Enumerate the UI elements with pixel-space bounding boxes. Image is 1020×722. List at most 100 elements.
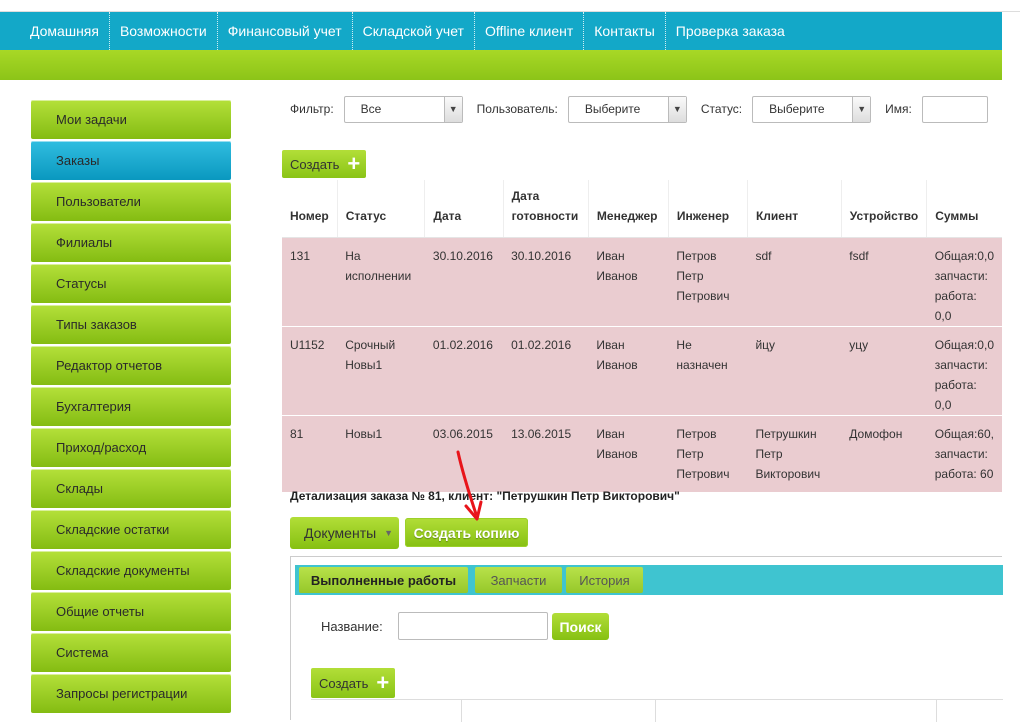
works-table-header	[311, 699, 1003, 722]
sidebar-item-orders[interactable]: Заказы	[31, 141, 231, 180]
sidebar-item-system[interactable]: Система	[31, 633, 231, 672]
name-input[interactable]	[921, 95, 988, 123]
order-detail-title: Детализация заказа № 81, клиент: "Петруш…	[290, 489, 680, 503]
plus-icon: +	[347, 151, 361, 176]
column-divider	[655, 700, 656, 722]
documents-dropdown-button[interactable]: Документы ▼	[290, 517, 399, 549]
create-work-button[interactable]: Создать +	[311, 668, 396, 698]
table-header-row: Номер Статус Дата Дата готовности Менедж…	[282, 180, 1002, 238]
sidebar-item-registration-requests[interactable]: Запросы регистрации	[31, 674, 231, 713]
column-divider	[936, 700, 937, 722]
sidebar-item-stock-balances[interactable]: Складские остатки	[31, 510, 231, 549]
cell-manager: Иван Иванов	[588, 236, 669, 326]
cell-date: 03.06.2015	[424, 414, 504, 492]
column-header-manager[interactable]: Менеджер	[588, 180, 669, 238]
sidebar-item-branches[interactable]: Филиалы	[31, 223, 231, 262]
sidebar-item-general-reports[interactable]: Общие отчеты	[31, 592, 231, 631]
cell-ready-date: 01.02.2016	[503, 325, 589, 415]
cell-sums: Общая:60, запчасти: работа: 60	[926, 414, 1002, 492]
create-order-button[interactable]: Создать +	[282, 150, 367, 178]
sidebar-item-income-expense[interactable]: Приход/расход	[31, 428, 231, 467]
cell-status: На исполнении	[337, 236, 425, 326]
create-copy-label: Создать копию	[413, 524, 520, 541]
cell-sums: Общая:0,0 запчасти: работа: 0,0	[926, 325, 1002, 415]
user-select[interactable]: Выберите ▼	[567, 95, 687, 123]
sidebar-item-report-editor[interactable]: Редактор отчетов	[31, 346, 231, 385]
cell-client: Петрушкин Петр Викторович	[747, 414, 842, 492]
sidebar-item-users[interactable]: Пользователи	[31, 182, 231, 221]
column-header-engineer[interactable]: Инженер	[668, 180, 748, 238]
sidebar-item-statuses[interactable]: Статусы	[31, 264, 231, 303]
tab-completed-works[interactable]: Выполненные работы	[299, 567, 468, 593]
search-button-label: Поиск	[559, 618, 602, 635]
tab-parts[interactable]: Запчасти	[475, 567, 562, 593]
sidebar-item-warehouses[interactable]: Склады	[31, 469, 231, 508]
nav-item-offline-client[interactable]: Offline клиент	[475, 12, 585, 50]
cell-number: 81	[282, 414, 338, 492]
cell-date: 30.10.2016	[424, 236, 504, 326]
user-label: Пользователь:	[476, 102, 558, 116]
search-button[interactable]: Поиск	[552, 613, 609, 640]
browser-top-strip	[0, 0, 1020, 12]
cell-ready-date: 30.10.2016	[503, 236, 589, 326]
filter-select[interactable]: Все ▼	[343, 95, 463, 123]
column-header-number[interactable]: Номер	[282, 180, 338, 238]
cell-date: 01.02.2016	[424, 325, 504, 415]
orders-table: Номер Статус Дата Дата готовности Менедж…	[282, 180, 1002, 492]
column-divider	[461, 700, 462, 722]
column-header-date[interactable]: Дата	[424, 180, 504, 238]
tab-history[interactable]: История	[566, 567, 643, 593]
filter-bar: Фильтр: Все ▼ Пользователь: Выберите ▼ С…	[290, 95, 988, 123]
cell-status: Срочный Новы1	[337, 325, 425, 415]
status-select-value: Выберите	[769, 102, 825, 116]
cell-ready-date: 13.06.2015	[503, 414, 589, 492]
cell-client: sdf	[747, 236, 842, 326]
chevron-down-icon: ▼	[667, 96, 686, 122]
table-row[interactable]: U1152 Срочный Новы1 01.02.2016 01.02.201…	[282, 325, 1002, 415]
filter-select-value: Все	[360, 102, 382, 116]
column-header-device[interactable]: Устройство	[841, 180, 928, 238]
filter-label: Фильтр:	[290, 102, 334, 116]
documents-label: Документы	[304, 525, 377, 541]
table-row[interactable]: 131 На исполнении 30.10.2016 30.10.2016 …	[282, 236, 1002, 326]
sidebar: Мои задачи Заказы Пользователи Филиалы С…	[31, 100, 231, 715]
create-order-label: Создать	[290, 156, 340, 172]
cell-engineer: Петров Петр Петрович	[668, 414, 748, 492]
table-row[interactable]: 81 Новы1 03.06.2015 13.06.2015 Иван Иван…	[282, 414, 1002, 492]
chevron-down-icon: ▼	[443, 96, 462, 122]
create-work-label: Создать	[319, 675, 369, 691]
sidebar-item-my-tasks[interactable]: Мои задачи	[31, 100, 231, 139]
name-search-label: Название:	[321, 619, 383, 634]
cell-manager: Иван Иванов	[588, 325, 669, 415]
status-label: Статус:	[700, 102, 743, 116]
cell-engineer: Не назначен	[668, 325, 748, 415]
status-select[interactable]: Выберите ▼	[752, 95, 872, 123]
create-copy-button[interactable]: Создать копию	[405, 518, 528, 547]
cell-device: уцу	[841, 325, 927, 415]
nav-item-warehouse[interactable]: Складской учет	[353, 12, 475, 50]
main-nav: Домашняя Возможности Финансовый учет Скл…	[0, 12, 1002, 50]
plus-icon: +	[376, 670, 390, 695]
name-label: Имя:	[885, 102, 912, 116]
nav-item-features[interactable]: Возможности	[110, 12, 218, 50]
column-header-client[interactable]: Клиент	[747, 180, 842, 238]
column-header-ready-date[interactable]: Дата готовности	[503, 180, 589, 238]
sidebar-item-accounting[interactable]: Бухгалтерия	[31, 387, 231, 426]
detail-tab-bar: Выполненные работы Запчасти История	[295, 565, 1003, 595]
cell-number: U1152	[282, 325, 338, 415]
nav-item-finance[interactable]: Финансовый учет	[218, 12, 353, 50]
column-header-sums[interactable]: Суммы	[926, 180, 1002, 238]
nav-item-order-check[interactable]: Проверка заказа	[666, 12, 795, 50]
nav-item-contacts[interactable]: Контакты	[584, 12, 666, 50]
nav-item-home[interactable]: Домашняя	[0, 12, 110, 50]
sidebar-item-order-types[interactable]: Типы заказов	[31, 305, 231, 344]
sidebar-item-stock-documents[interactable]: Складские документы	[31, 551, 231, 590]
cell-device: fsdf	[841, 236, 927, 326]
cell-engineer: Петров Петр Петрович	[668, 236, 748, 326]
green-subheader-bar	[0, 50, 1002, 80]
name-search-input[interactable]	[398, 612, 548, 640]
caret-down-icon: ▼	[384, 528, 394, 538]
cell-sums: Общая:0,0 запчасти: работа: 0,0	[926, 236, 1002, 326]
cell-number: 131	[282, 236, 338, 326]
column-header-status[interactable]: Статус	[337, 180, 426, 238]
